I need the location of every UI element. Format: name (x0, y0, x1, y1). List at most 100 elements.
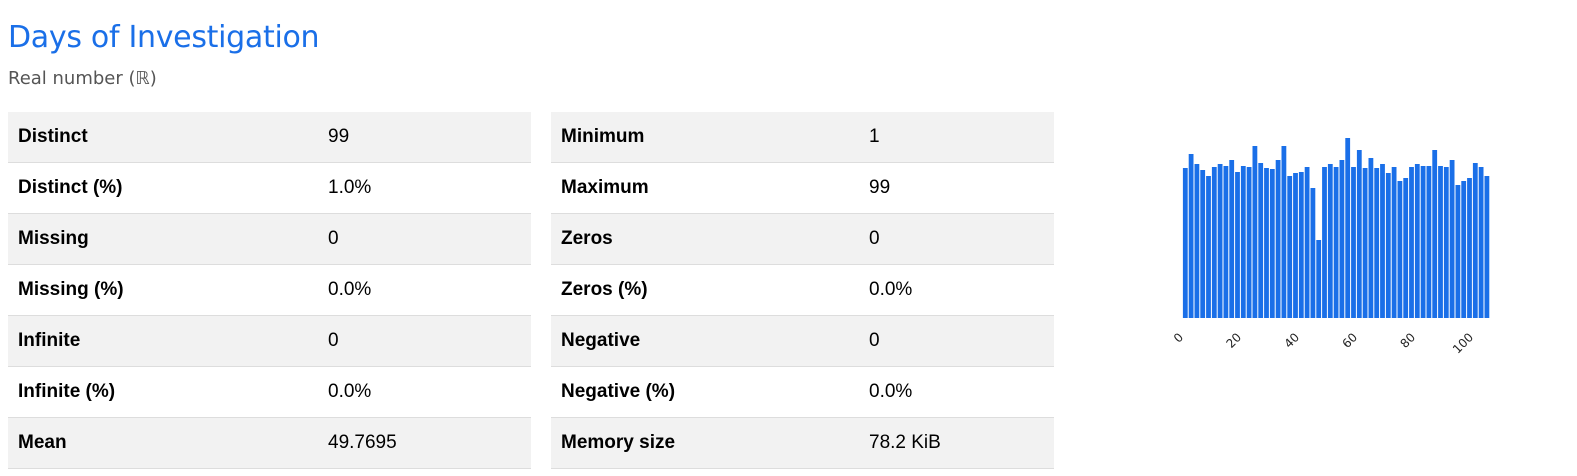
stat-row: Missing 0 (8, 213, 531, 265)
stat-row: Infinite 0 (8, 315, 531, 367)
histogram-bar (1472, 163, 1478, 318)
stat-label: Distinct (8, 112, 318, 163)
stat-label: Zeros (551, 213, 859, 265)
x-tick-label: 0 (1171, 330, 1186, 345)
histogram-bar (1368, 158, 1374, 318)
stat-label: Missing (8, 213, 318, 265)
histogram-bar (1438, 166, 1443, 318)
stat-row: Infinite (%) 0.0% (8, 366, 531, 418)
stat-label: Minimum (551, 112, 859, 163)
histogram-bar (1380, 164, 1385, 318)
stat-value: 49.7695 (318, 417, 531, 469)
histogram-bar (1333, 167, 1339, 318)
histogram-bar (1258, 163, 1264, 318)
stat-label: Maximum (551, 162, 859, 214)
histogram-bar (1467, 178, 1472, 318)
histogram-bar (1188, 154, 1194, 318)
histogram-bar (1374, 168, 1380, 318)
stats-table-left: Distinct 99 Distinct (%) 1.0% Missing 0 Missin… (8, 112, 531, 469)
histogram-bar (1397, 181, 1403, 318)
stat-label: Negative (%) (551, 366, 859, 418)
histogram-bar (1298, 172, 1304, 318)
stat-label: Infinite (%) (8, 366, 318, 418)
histogram-bar (1403, 178, 1409, 318)
histogram-bar (1264, 168, 1269, 318)
stat-row: Zeros (%) 0.0% (551, 264, 1054, 316)
histogram-bar (1229, 160, 1235, 318)
stat-row: Negative 0 (551, 315, 1054, 367)
histogram-bar (1339, 160, 1345, 318)
stat-row: Memory size 78.2 KiB (551, 417, 1054, 469)
stat-label: Memory size (551, 417, 859, 469)
stat-value: 0.0% (318, 264, 531, 316)
histogram-bar (1211, 167, 1217, 318)
histogram-bar (1275, 160, 1281, 318)
histogram-bar (1293, 173, 1298, 318)
stat-value: 1.0% (318, 162, 531, 214)
stat-value: 0.0% (859, 366, 1054, 418)
histogram-bar (1385, 173, 1391, 318)
histogram-bar (1461, 181, 1467, 318)
page-title: Days of Investigation (8, 20, 320, 55)
histogram-bar (1316, 240, 1322, 318)
stat-label: Zeros (%) (551, 264, 859, 316)
histogram-x-ticks: 0 20 40 60 80 100 (1171, 330, 1476, 356)
histogram-bar (1345, 138, 1351, 318)
histogram-bar (1223, 166, 1229, 318)
histogram-bar (1200, 170, 1206, 318)
stat-label: Negative (551, 315, 859, 367)
stat-value: 0 (318, 213, 531, 265)
histogram-bar (1206, 176, 1211, 318)
stat-row: Zeros 0 (551, 213, 1054, 265)
histogram-bar (1235, 172, 1240, 318)
stat-row: Missing (%) 0.0% (8, 264, 531, 316)
histogram-bar (1322, 167, 1327, 318)
histogram-bar (1287, 176, 1293, 318)
histogram-bar (1304, 167, 1310, 318)
stat-label: Mean (8, 417, 318, 469)
histogram-bar (1356, 150, 1362, 318)
histogram-bar (1443, 167, 1449, 318)
histogram-chart: 0 20 40 60 80 100 (1171, 138, 1490, 356)
histogram-bar (1391, 167, 1397, 318)
x-tick-label: 20 (1223, 330, 1244, 351)
stat-value: 1 (859, 112, 1054, 163)
stat-label: Missing (%) (8, 264, 318, 316)
stat-row: Distinct (%) 1.0% (8, 162, 531, 214)
x-tick-label: 80 (1397, 330, 1418, 351)
histogram-bar (1252, 146, 1258, 318)
stat-row: Minimum 1 (551, 112, 1054, 163)
histogram-bar (1240, 166, 1246, 318)
histogram-bar (1420, 166, 1426, 318)
histogram-bar (1432, 150, 1438, 318)
stats-table-right: Minimum 1 Maximum 99 Zeros 0 Zeros (%) 0.0% Nega… (551, 112, 1054, 469)
histogram-bar (1194, 164, 1200, 318)
stat-row: Mean 49.7695 (8, 417, 531, 469)
stat-row: Distinct 99 (8, 112, 531, 163)
histogram-bar (1426, 166, 1432, 318)
variable-type: Real number (ℝ) (8, 68, 157, 89)
histogram-bars (1182, 138, 1490, 318)
x-tick-label: 60 (1339, 330, 1360, 351)
stat-row: Maximum 99 (551, 162, 1054, 214)
histogram-bar (1246, 167, 1252, 318)
stat-value: 0.0% (318, 366, 531, 418)
histogram-bar (1414, 164, 1420, 318)
histogram-bar (1281, 146, 1287, 318)
stat-value: 99 (318, 112, 531, 163)
histogram-bar (1478, 167, 1484, 318)
histogram-bar (1455, 185, 1461, 318)
histogram-bar (1310, 188, 1316, 318)
histogram-bar (1362, 168, 1368, 318)
x-tick-label: 40 (1281, 330, 1302, 351)
stat-value: 0 (318, 315, 531, 367)
stat-value: 0.0% (859, 264, 1054, 316)
histogram-bar (1182, 168, 1188, 318)
stat-value: 78.2 KiB (859, 417, 1054, 469)
histogram-bar (1269, 169, 1275, 318)
stat-row: Negative (%) 0.0% (551, 366, 1054, 418)
histogram-bar (1409, 167, 1414, 318)
stat-value: 0 (859, 213, 1054, 265)
stat-value: 99 (859, 162, 1054, 214)
stat-value: 0 (859, 315, 1054, 367)
